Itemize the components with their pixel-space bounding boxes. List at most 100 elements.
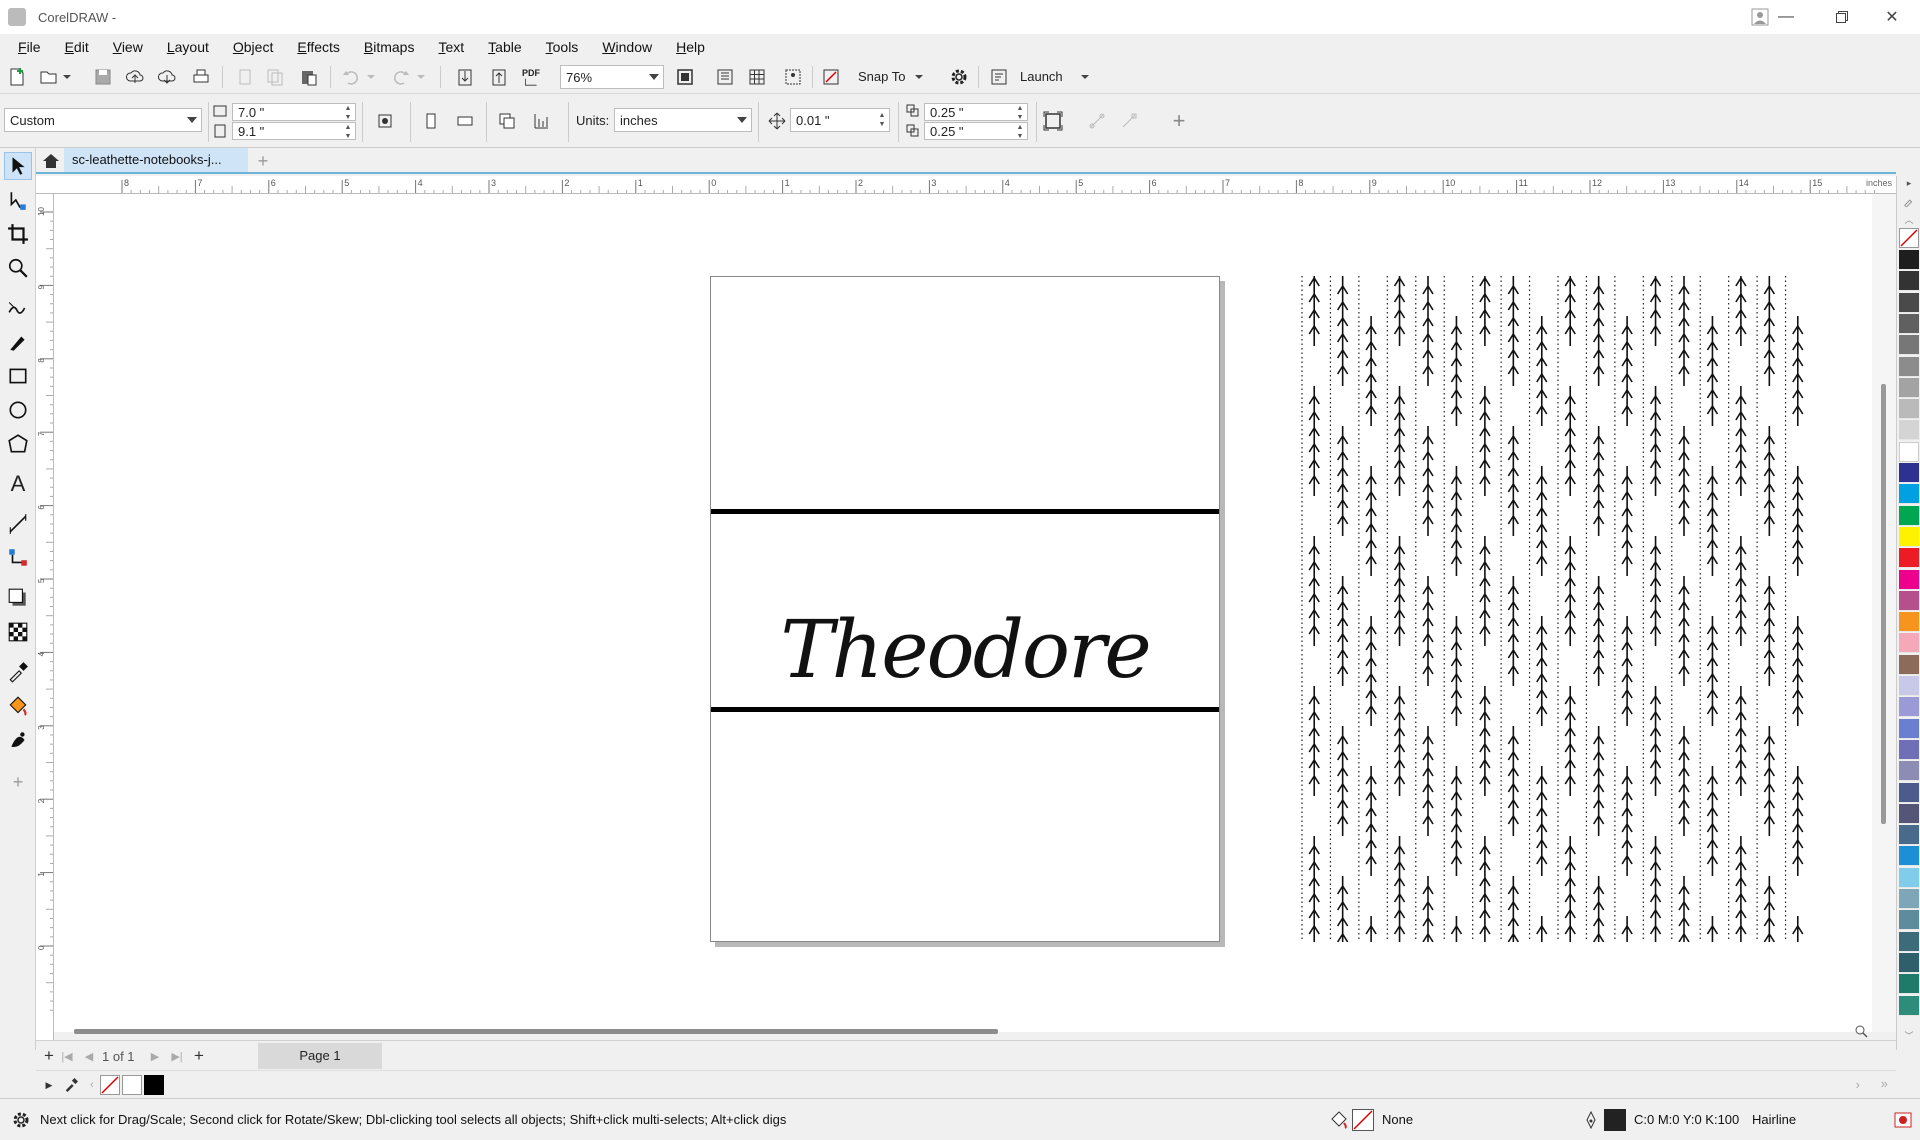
menu-file[interactable]: File: [6, 39, 53, 55]
palette-color-swatch[interactable]: [1899, 313, 1919, 334]
palette-color-swatch[interactable]: [1899, 484, 1919, 505]
duplicate-y-spinner[interactable]: ▲ ▼: [1015, 123, 1025, 141]
page-width-spinner[interactable]: ▲ ▼: [343, 104, 353, 122]
menu-layout[interactable]: Layout: [155, 39, 221, 55]
palette-color-swatch[interactable]: [1899, 654, 1919, 675]
palette-color-swatch[interactable]: [1899, 399, 1919, 420]
smart-fill-tool-icon[interactable]: [4, 726, 32, 754]
import-icon[interactable]: [452, 64, 478, 90]
palette-color-swatch[interactable]: [1899, 867, 1919, 888]
portrait-orientation-icon[interactable]: [418, 108, 444, 134]
palette-color-swatch[interactable]: [1899, 825, 1919, 846]
export-icon[interactable]: [486, 64, 512, 90]
palette-color-swatch[interactable]: [1899, 335, 1919, 356]
units-select[interactable]: inches: [614, 108, 752, 132]
document-palette-expand-icon[interactable]: »: [1881, 1076, 1888, 1091]
nudge-distance-spinner[interactable]: ▲ ▼: [877, 111, 887, 129]
color-proofing-icon[interactable]: [1890, 1107, 1916, 1133]
ellipse-tool-icon[interactable]: [4, 396, 32, 424]
nudge-distance-input[interactable]: 0.01 " ▲ ▼: [790, 108, 890, 132]
page-tab[interactable]: Page 1: [258, 1043, 382, 1069]
interactive-fill-tool-icon[interactable]: [4, 692, 32, 720]
launch-dropdown-icon[interactable]: [1078, 64, 1092, 90]
palette-color-swatch[interactable]: [1899, 718, 1919, 739]
menu-help[interactable]: Help: [664, 39, 717, 55]
cloud-download-icon[interactable]: [154, 64, 180, 90]
menu-text[interactable]: Text: [426, 39, 476, 55]
top-band-line[interactable]: [711, 509, 1219, 514]
menu-window[interactable]: Window: [590, 39, 664, 55]
palette-color-swatch[interactable]: [1899, 250, 1919, 270]
vertical-scroll-thumb[interactable]: [1881, 384, 1886, 824]
new-document-icon[interactable]: [4, 64, 30, 90]
vertical-scrollbar[interactable]: [1872, 194, 1896, 1032]
palette-flyout-icon[interactable]: ▸: [1899, 176, 1919, 190]
palette-color-swatch[interactable]: [1899, 441, 1919, 462]
palette-color-swatch[interactable]: [1899, 505, 1919, 526]
palette-color-swatch[interactable]: [1899, 377, 1919, 398]
palette-color-swatch[interactable]: [1899, 271, 1919, 292]
page-size-dropdown-icon[interactable]: [187, 117, 197, 123]
zoom-navigator-icon[interactable]: [1854, 1024, 1868, 1041]
duplicate-distance-x-input[interactable]: 0.25 " ▲ ▼: [924, 103, 1028, 121]
open-folder-icon[interactable]: [36, 64, 62, 90]
horizontal-scroll-thumb[interactable]: [74, 1029, 998, 1034]
add-page-after-icon[interactable]: +: [186, 1043, 212, 1069]
menu-object[interactable]: Object: [221, 39, 285, 55]
duplicate-distance-y-input[interactable]: 0.25 " ▲ ▼: [924, 122, 1028, 140]
treat-as-filled-icon[interactable]: [1040, 108, 1066, 134]
palette-color-swatch[interactable]: [1899, 569, 1919, 590]
customize-toolbox-icon[interactable]: +: [4, 768, 32, 796]
bottom-band-line[interactable]: [711, 707, 1219, 712]
print-icon[interactable]: [188, 64, 214, 90]
palette-eyedropper-icon[interactable]: [1899, 192, 1919, 210]
eyedropper-tool-icon[interactable]: [4, 658, 32, 686]
palette-color-swatch[interactable]: [1899, 590, 1919, 611]
palette-color-swatch[interactable]: [1899, 782, 1919, 803]
launch-app-icon[interactable]: [986, 64, 1012, 90]
document-color-none-swatch[interactable]: [100, 1075, 120, 1095]
palette-color-swatch[interactable]: [1899, 356, 1919, 377]
home-tab-icon[interactable]: [38, 148, 64, 174]
document-palette-scroll-left-icon[interactable]: ‹: [90, 1079, 94, 1091]
all-pages-icon[interactable]: [494, 108, 520, 134]
palette-color-swatch[interactable]: [1899, 676, 1919, 696]
shape-tool-icon[interactable]: [4, 186, 32, 214]
cloud-upload-icon[interactable]: [122, 64, 148, 90]
transparency-tool-icon[interactable]: [4, 618, 32, 646]
fill-color-swatch[interactable]: [1352, 1109, 1374, 1131]
menu-view[interactable]: View: [101, 39, 155, 55]
add-toolbar-item-icon[interactable]: +: [1166, 108, 1192, 134]
palette-color-swatch[interactable]: [1899, 931, 1919, 952]
palette-color-swatch[interactable]: [1899, 995, 1919, 1016]
crop-tool-icon[interactable]: [4, 220, 32, 248]
palette-color-swatch[interactable]: [1899, 803, 1919, 824]
new-tab-icon[interactable]: +: [250, 148, 276, 174]
menu-bitmaps[interactable]: Bitmaps: [352, 39, 427, 55]
palette-color-swatch[interactable]: [1899, 612, 1919, 633]
no-color-swatch[interactable]: [1899, 228, 1919, 248]
duplicate-x-spinner[interactable]: ▲ ▼: [1015, 104, 1025, 122]
document-tab[interactable]: sc-leathette-notebooks-j...: [64, 148, 248, 172]
publish-pdf-icon[interactable]: PDF: [518, 64, 544, 90]
snap-to-dropdown-icon[interactable]: [912, 64, 926, 90]
page-height-spinner[interactable]: ▲ ▼: [343, 123, 353, 141]
polygon-tool-icon[interactable]: [4, 430, 32, 458]
palette-color-swatch[interactable]: [1899, 420, 1919, 441]
arrow-pattern-graphic[interactable]: [1300, 276, 1812, 942]
snap-off-icon[interactable]: [818, 64, 844, 90]
status-settings-gear-icon[interactable]: [8, 1107, 34, 1133]
drop-shadow-tool-icon[interactable]: [4, 584, 32, 612]
palette-color-swatch[interactable]: [1899, 846, 1919, 867]
menu-edit[interactable]: Edit: [53, 39, 101, 55]
close-button[interactable]: ✕: [1864, 0, 1920, 34]
parallel-dimension-tool-icon[interactable]: [4, 510, 32, 538]
document-palette-eyedropper-icon[interactable]: [58, 1072, 84, 1098]
connector-tool-icon[interactable]: [4, 544, 32, 572]
zoom-level-combo[interactable]: 76%: [560, 65, 664, 89]
fill-bucket-icon[interactable]: [1326, 1107, 1352, 1133]
palette-color-swatch[interactable]: [1899, 697, 1919, 718]
snap-to-label[interactable]: Snap To: [858, 69, 905, 84]
palette-color-swatch[interactable]: [1899, 974, 1919, 995]
menu-effects[interactable]: Effects: [285, 39, 352, 55]
